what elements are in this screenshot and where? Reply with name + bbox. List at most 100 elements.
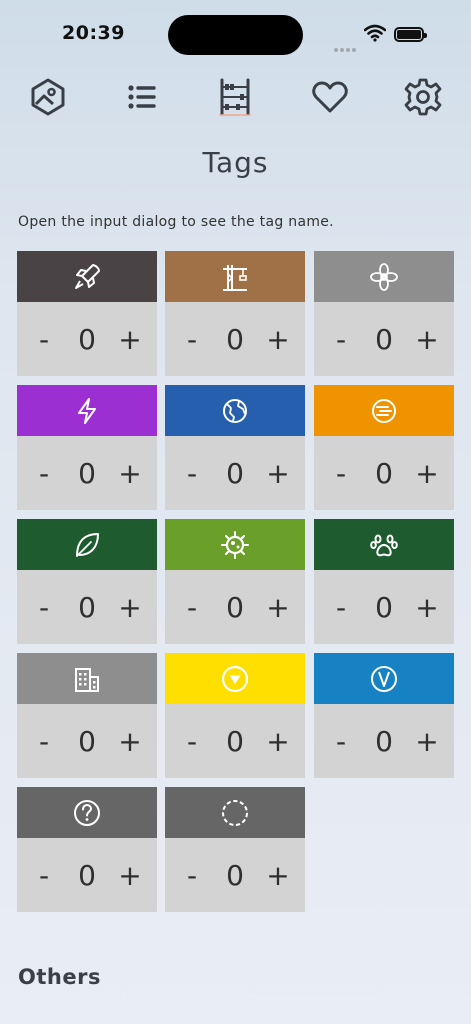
hint-text: Open the input dialog to see the tag nam… <box>18 214 334 230</box>
increment-button[interactable]: + <box>263 323 293 356</box>
tag-count: 0 <box>375 322 393 356</box>
increment-button[interactable]: + <box>115 859 145 892</box>
tag-count: 0 <box>78 858 96 892</box>
tag-count: 0 <box>78 456 96 490</box>
rocket-icon <box>75 263 100 289</box>
decrement-button[interactable]: - <box>29 725 59 758</box>
tag-counter: - 0 + <box>17 838 157 912</box>
tag-card: - 0 + <box>165 519 305 644</box>
decrement-button[interactable]: - <box>29 457 59 490</box>
tag-counter: - 0 + <box>165 704 305 778</box>
tag-card: - 0 + <box>17 653 157 778</box>
decrement-button[interactable]: - <box>29 323 59 356</box>
tag-card: - 0 + <box>165 251 305 376</box>
tag-counter: - 0 + <box>314 302 454 376</box>
tag-count: 0 <box>226 322 244 356</box>
increment-button[interactable]: + <box>412 323 442 356</box>
tag-card: - 0 + <box>17 519 157 644</box>
tag-header[interactable] <box>314 519 454 570</box>
battery-icon <box>394 27 427 42</box>
decrement-button[interactable]: - <box>177 457 207 490</box>
tag-counter: - 0 + <box>314 570 454 644</box>
page-title: Tags <box>202 146 269 179</box>
tag-header[interactable] <box>165 251 305 302</box>
decrement-button[interactable]: - <box>177 323 207 356</box>
virus-icon <box>221 530 249 559</box>
decrement-button[interactable]: - <box>326 591 356 624</box>
wifi-icon <box>363 24 387 46</box>
tag-counter: - 0 + <box>314 704 454 778</box>
decrement-button[interactable]: - <box>29 591 59 624</box>
decrement-button[interactable]: - <box>177 591 207 624</box>
decrement-button[interactable]: - <box>326 725 356 758</box>
increment-button[interactable]: + <box>263 859 293 892</box>
tag-header[interactable] <box>17 251 157 302</box>
tag-count: 0 <box>375 456 393 490</box>
nav-favorites[interactable] <box>306 72 354 122</box>
tag-counter: - 0 + <box>165 302 305 376</box>
dashed-circle-icon <box>222 799 248 826</box>
tag-count: 0 <box>375 590 393 624</box>
building-icon <box>75 667 99 692</box>
globe-icon <box>223 398 247 423</box>
decrement-button[interactable]: - <box>326 457 356 490</box>
heart-icon <box>312 81 348 113</box>
flower-icon <box>370 262 398 291</box>
others-heading: Others <box>18 965 101 989</box>
increment-button[interactable]: + <box>115 725 145 758</box>
tag-header[interactable] <box>165 385 305 436</box>
tag-header[interactable] <box>165 519 305 570</box>
tag-counter: - 0 + <box>17 302 157 376</box>
increment-button[interactable]: + <box>263 457 293 490</box>
increment-button[interactable]: + <box>263 591 293 624</box>
nav-list[interactable] <box>117 72 165 122</box>
tag-header[interactable] <box>17 385 157 436</box>
v-circle-icon <box>371 665 397 692</box>
decrement-button[interactable]: - <box>177 859 207 892</box>
increment-button[interactable]: + <box>412 591 442 624</box>
tag-count: 0 <box>226 590 244 624</box>
increment-button[interactable]: + <box>263 725 293 758</box>
tag-header[interactable] <box>314 251 454 302</box>
tag-header[interactable] <box>17 653 157 704</box>
nav-abacus[interactable] <box>211 72 259 122</box>
leaf-icon <box>76 532 99 557</box>
decrement-button[interactable]: - <box>326 323 356 356</box>
lightning-icon <box>78 397 96 424</box>
tag-header[interactable] <box>314 385 454 436</box>
increment-button[interactable]: + <box>115 591 145 624</box>
tag-header[interactable] <box>165 653 305 704</box>
nav-settings[interactable] <box>399 72 447 122</box>
decrement-button[interactable]: - <box>177 725 207 758</box>
increment-button[interactable]: + <box>115 323 145 356</box>
tag-header[interactable] <box>314 653 454 704</box>
nav-gallery[interactable] <box>24 72 72 122</box>
tag-count: 0 <box>78 590 96 624</box>
tag-counter: - 0 + <box>17 570 157 644</box>
tag-header[interactable] <box>165 787 305 838</box>
status-bar: 20:39 <box>0 0 471 60</box>
increment-button[interactable]: + <box>115 457 145 490</box>
tag-card: - 0 + <box>314 653 454 778</box>
tag-card: - 0 + <box>17 787 157 912</box>
tag-counter: - 0 + <box>17 436 157 510</box>
decrement-button[interactable]: - <box>29 859 59 892</box>
increment-button[interactable]: + <box>412 725 442 758</box>
question-icon <box>74 799 100 826</box>
tag-card: - 0 + <box>314 519 454 644</box>
tag-header[interactable] <box>17 787 157 838</box>
list-icon <box>128 85 156 109</box>
tag-header[interactable] <box>17 519 157 570</box>
status-time: 20:39 <box>62 22 125 44</box>
crane-icon <box>223 264 247 291</box>
tag-card: - 0 + <box>165 653 305 778</box>
increment-button[interactable]: + <box>412 457 442 490</box>
tag-count: 0 <box>226 724 244 758</box>
tag-counter: - 0 + <box>165 838 305 912</box>
tag-card: - 0 + <box>165 787 305 912</box>
abacus-icon <box>219 78 251 116</box>
tag-counter: - 0 + <box>17 704 157 778</box>
tag-card: - 0 + <box>314 385 454 510</box>
paw-icon <box>370 534 398 556</box>
gallery-icon <box>31 78 65 116</box>
